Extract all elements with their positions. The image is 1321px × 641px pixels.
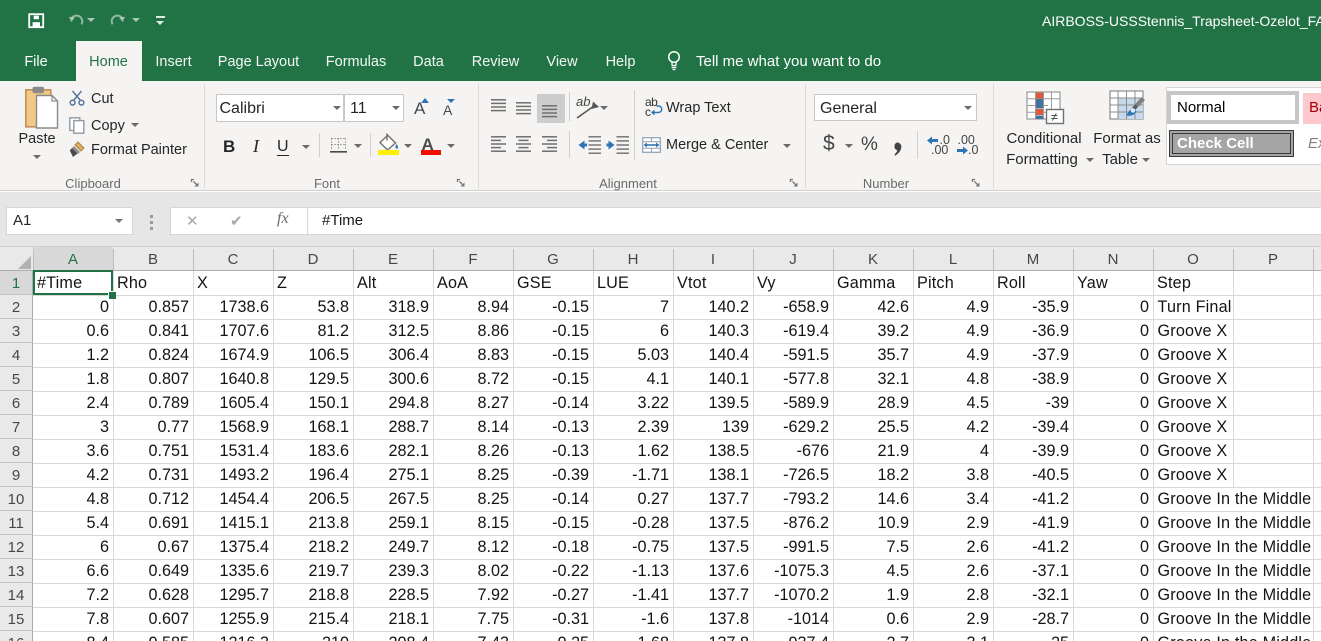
svg-text:≠: ≠ xyxy=(1051,110,1058,124)
